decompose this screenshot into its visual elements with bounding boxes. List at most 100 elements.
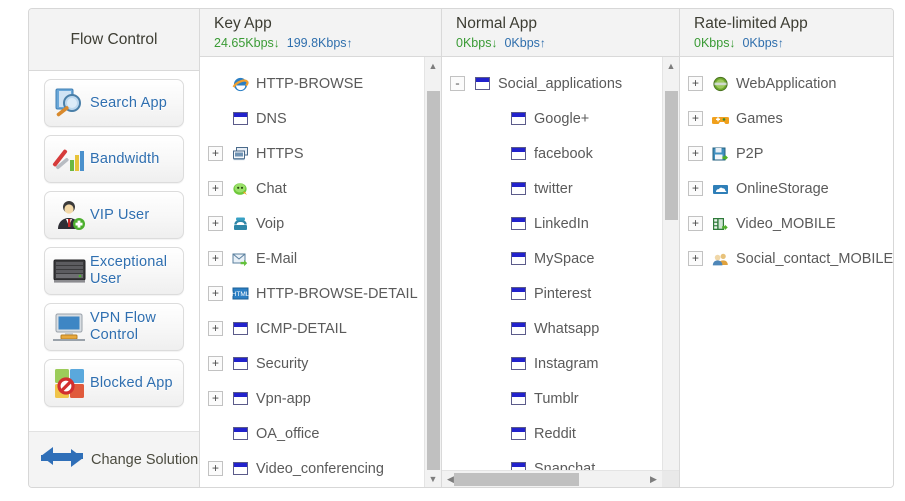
sidebar-button-blocked-app[interactable]: Blocked App bbox=[44, 359, 184, 407]
horizontal-scrollbar[interactable]: ◀▶ bbox=[442, 470, 679, 487]
network-computers-icon bbox=[231, 145, 250, 163]
scroll-up-button[interactable]: ▲ bbox=[425, 57, 441, 74]
expand-icon[interactable]: + bbox=[208, 251, 223, 266]
tree-row[interactable]: Pinterest bbox=[442, 276, 679, 311]
expand-icon[interactable]: + bbox=[208, 286, 223, 301]
tree-row[interactable]: Google+ bbox=[442, 101, 679, 136]
vertical-scrollbar-thumb[interactable] bbox=[665, 91, 678, 220]
tree-row[interactable]: facebook bbox=[442, 136, 679, 171]
tree-row[interactable]: HTTP-BROWSE bbox=[200, 66, 441, 101]
vertical-scrollbar[interactable]: ▲▼ bbox=[424, 57, 441, 487]
panel-header: Rate-limited App0Kbps↓0Kbps↑ bbox=[680, 9, 893, 57]
scroll-up-button[interactable]: ▲ bbox=[663, 57, 679, 74]
tree-row-label: MySpace bbox=[534, 251, 594, 267]
sidebar-button-vip-user[interactable]: VIP User bbox=[44, 191, 184, 239]
download-rate: 0Kbps↓ bbox=[456, 36, 497, 50]
tree-row[interactable]: DNS bbox=[200, 101, 441, 136]
tree-row[interactable]: Instagram bbox=[442, 346, 679, 381]
expand-icon[interactable]: + bbox=[208, 181, 223, 196]
tree-row-label: Chat bbox=[256, 181, 287, 197]
tree-row[interactable]: LinkedIn bbox=[442, 206, 679, 241]
sidebar-button-label: VIP User bbox=[90, 207, 149, 224]
tree-row[interactable]: +HTMLHTTP-BROWSE-DETAIL bbox=[200, 276, 441, 311]
expand-icon[interactable]: + bbox=[208, 391, 223, 406]
sidebar-button-list: Search App Bandwidth VIP User Exceptional U… bbox=[29, 71, 199, 431]
vertical-scrollbar-thumb[interactable] bbox=[427, 91, 440, 469]
email-icon bbox=[231, 250, 250, 268]
window-icon bbox=[509, 425, 528, 443]
expand-icon[interactable]: + bbox=[688, 216, 703, 231]
window-icon bbox=[231, 110, 250, 128]
expand-icon[interactable]: + bbox=[208, 321, 223, 336]
expand-icon[interactable]: + bbox=[208, 216, 223, 231]
tree-row[interactable]: + Voip bbox=[200, 206, 441, 241]
window-icon bbox=[509, 390, 528, 408]
expand-icon[interactable]: + bbox=[688, 76, 703, 91]
tree-row-label: HTTP-BROWSE bbox=[256, 76, 363, 92]
panel-rates: 0Kbps↓0Kbps↑ bbox=[456, 35, 679, 51]
tree-row[interactable]: +E-Mail bbox=[200, 241, 441, 276]
tree-row[interactable]: +OnlineStorage bbox=[680, 171, 893, 206]
download-rate-value: 0Kbps bbox=[456, 36, 491, 50]
tree-row-label: LinkedIn bbox=[534, 216, 589, 232]
tree-row[interactable]: Tumblr bbox=[442, 381, 679, 416]
expand-icon[interactable]: + bbox=[208, 461, 223, 476]
expand-icon[interactable]: + bbox=[208, 356, 223, 371]
sidebar-button-label: Bandwidth bbox=[90, 151, 160, 168]
panel-rate-limited-app: Rate-limited App0Kbps↓0Kbps↑+WebApplicat… bbox=[679, 9, 893, 487]
panel-title: Rate-limited App bbox=[694, 14, 893, 34]
expand-icon[interactable]: + bbox=[688, 181, 703, 196]
tree-row-label: Security bbox=[256, 356, 308, 372]
tree-row-label: Whatsapp bbox=[534, 321, 599, 337]
tree-row[interactable]: +Games bbox=[680, 101, 893, 136]
app-tree: HTTP-BROWSEDNS+HTTPS+Chat+Voip+E-Mail+HT… bbox=[200, 57, 441, 486]
tree-row[interactable]: +Social_contact_MOBILE bbox=[680, 241, 893, 276]
collapse-icon[interactable]: - bbox=[450, 76, 465, 91]
download-arrow-icon: ↓ bbox=[491, 36, 497, 50]
sidebar-button-bandwidth[interactable]: Bandwidth bbox=[44, 135, 184, 183]
sidebar-button-search-app[interactable]: Search App bbox=[44, 79, 184, 127]
window-icon bbox=[231, 355, 250, 373]
sidebar-button-exceptional-user[interactable]: Exceptional User bbox=[44, 247, 184, 295]
tree-row[interactable]: +HTTPS bbox=[200, 136, 441, 171]
tree-row[interactable]: twitter bbox=[442, 171, 679, 206]
window-icon bbox=[509, 215, 528, 233]
app-tree: +WebApplication+Games+P2P+OnlineStorage+… bbox=[680, 57, 893, 276]
web-globe-icon bbox=[711, 75, 730, 93]
expand-icon[interactable]: + bbox=[688, 146, 703, 161]
window-icon bbox=[231, 320, 250, 338]
vertical-scrollbar[interactable]: ▲▼ bbox=[662, 57, 679, 487]
expand-icon[interactable]: + bbox=[208, 146, 223, 161]
tree-row[interactable]: +ICMP-DETAIL bbox=[200, 311, 441, 346]
tree-row[interactable]: + Security bbox=[200, 346, 441, 381]
tree-row[interactable]: +Video_MOBILE bbox=[680, 206, 893, 241]
download-rate-value: 24.65Kbps bbox=[214, 36, 274, 50]
tree-row-label: Video_conferencing bbox=[256, 461, 384, 477]
upload-rate: 0Kbps↑ bbox=[742, 36, 783, 50]
expand-icon[interactable]: + bbox=[688, 111, 703, 126]
sidebar-button-vpn-flow-control[interactable]: VPN Flow Control bbox=[44, 303, 184, 351]
tree-row[interactable]: -Social_applications bbox=[442, 66, 679, 101]
tree-row[interactable]: OA_office bbox=[200, 416, 441, 451]
tree-row-label: Voip bbox=[256, 216, 284, 232]
scroll-right-button[interactable]: ▶ bbox=[645, 471, 662, 487]
tree-row[interactable]: Whatsapp bbox=[442, 311, 679, 346]
scroll-down-button[interactable]: ▼ bbox=[425, 470, 441, 487]
sidebar-button-label: Search App bbox=[90, 95, 167, 112]
tree-row[interactable]: + Chat bbox=[200, 171, 441, 206]
tree-row-label: OA_office bbox=[256, 426, 319, 442]
expander-placeholder bbox=[486, 356, 501, 371]
tree-row[interactable]: +WebApplication bbox=[680, 66, 893, 101]
tree-row-label: twitter bbox=[534, 181, 573, 197]
tree-row[interactable]: MySpace bbox=[442, 241, 679, 276]
tree-row[interactable]: + Video_conferencing bbox=[200, 451, 441, 486]
change-solution-button[interactable]: Change Solution bbox=[29, 431, 199, 487]
tree-row[interactable]: +Vpn-app bbox=[200, 381, 441, 416]
horizontal-scrollbar-thumb[interactable] bbox=[454, 473, 580, 486]
expand-icon[interactable]: + bbox=[688, 251, 703, 266]
tree-row[interactable]: +P2P bbox=[680, 136, 893, 171]
expander-placeholder bbox=[208, 111, 223, 126]
bandwidth-icon bbox=[50, 142, 90, 176]
window-icon bbox=[509, 250, 528, 268]
tree-row[interactable]: Reddit bbox=[442, 416, 679, 451]
